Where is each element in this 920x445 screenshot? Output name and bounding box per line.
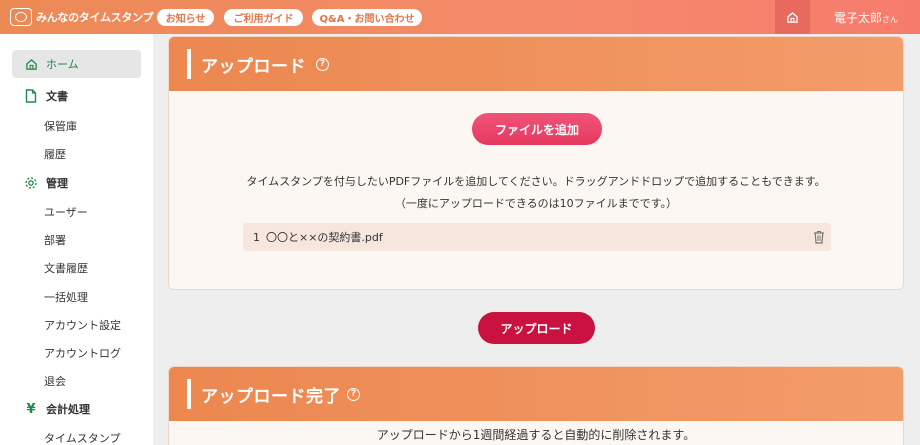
- upload-card-body: ファイルを追加 タイムスタンプを付与したいPDFファイルを追加してください。ドラ…: [169, 91, 903, 289]
- news-button[interactable]: お知らせ: [157, 9, 214, 26]
- sidebar-item-home[interactable]: ホーム: [12, 50, 141, 78]
- guide-button[interactable]: ご利用ガイド: [224, 9, 303, 26]
- sidebar-item-label: 文書: [46, 90, 68, 103]
- sidebar-item-label: 会計処理: [46, 403, 90, 416]
- upload-button[interactable]: アップロード: [478, 312, 595, 344]
- file-list-item: 1 〇〇と××の契約書.pdf: [243, 223, 831, 251]
- sidebar-item-label: 管理: [46, 177, 68, 190]
- upload-card-title: アップロード: [201, 56, 306, 77]
- sidebar-item-documents[interactable]: 文書: [12, 82, 141, 110]
- sidebar-item-batch[interactable]: 一括処理: [12, 283, 141, 311]
- gear-icon: [22, 176, 40, 190]
- app-logo[interactable]: みんなのタイムスタンプ: [10, 8, 153, 26]
- faq-contact-button[interactable]: Q&A・お問い合わせ: [312, 9, 422, 26]
- complete-card-header: アップロード完了 ?: [169, 367, 903, 421]
- sidebar-item-document-history[interactable]: 文書履歴: [12, 254, 141, 282]
- help-icon[interactable]: ?: [316, 57, 329, 71]
- sidebar-item-departments[interactable]: 部署: [12, 226, 141, 254]
- complete-message: アップロードから1週間経過すると自動的に削除されます。: [376, 428, 696, 442]
- yen-icon: ¥: [26, 401, 36, 417]
- sidebar-item-users[interactable]: ユーザー: [12, 198, 141, 226]
- sidebar-item-withdraw[interactable]: 退会: [12, 367, 141, 395]
- upload-complete-card: アップロード完了 ? アップロードから1週間経過すると自動的に削除されます。: [168, 366, 904, 445]
- add-file-button[interactable]: ファイルを追加: [472, 113, 602, 145]
- upload-card: アップロード ? ファイルを追加 タイムスタンプを付与したいPDFファイルを追加…: [168, 36, 904, 290]
- sidebar: ホーム 文書 保管庫 履歴 管理 ユーザー 部署 文書履歴 一括処理 アカウント…: [0, 34, 153, 445]
- home-button[interactable]: [775, 0, 810, 34]
- upload-note: （一度にアップロードできるのは10ファイルまでです。）: [394, 197, 678, 210]
- home-icon: [22, 58, 40, 71]
- sidebar-item-label: ホーム: [46, 58, 79, 71]
- sidebar-item-vault[interactable]: 保管庫: [12, 112, 141, 140]
- logo-text: みんなのタイムスタンプ: [36, 11, 154, 24]
- help-icon[interactable]: ?: [347, 387, 360, 401]
- upload-description: タイムスタンプを付与したいPDFファイルを追加してください。ドラッグアンドドロッ…: [246, 175, 826, 188]
- upload-card-header: アップロード ?: [169, 37, 903, 91]
- top-header: みんなのタイムスタンプ お知らせ ご利用ガイド Q&A・お問い合わせ 電子太郎さ…: [0, 0, 920, 34]
- document-icon: [22, 89, 40, 103]
- home-icon: [787, 11, 798, 23]
- trash-icon[interactable]: [813, 230, 825, 244]
- complete-card-title: アップロード完了: [201, 386, 341, 407]
- header-accent-bar: [187, 49, 191, 79]
- sidebar-item-accounting[interactable]: ¥ 会計処理: [12, 395, 141, 423]
- user-name: 電子太郎: [834, 11, 883, 25]
- header-accent-bar: [187, 379, 191, 409]
- logo-icon: [10, 8, 32, 26]
- file-number: 1: [253, 230, 260, 244]
- sidebar-item-admin[interactable]: 管理: [12, 169, 141, 197]
- sidebar-item-account-log[interactable]: アカウントログ: [12, 339, 141, 367]
- sidebar-item-account-settings[interactable]: アカウント設定: [12, 311, 141, 339]
- sidebar-item-timestamp[interactable]: タイムスタンプ: [12, 424, 141, 445]
- complete-card-body: アップロードから1週間経過すると自動的に削除されます。: [169, 421, 903, 445]
- user-suffix: さん: [882, 15, 899, 24]
- user-menu[interactable]: 電子太郎さん: [834, 9, 898, 26]
- sidebar-item-history[interactable]: 履歴: [12, 140, 141, 168]
- file-name: 〇〇と××の契約書.pdf: [266, 231, 383, 244]
